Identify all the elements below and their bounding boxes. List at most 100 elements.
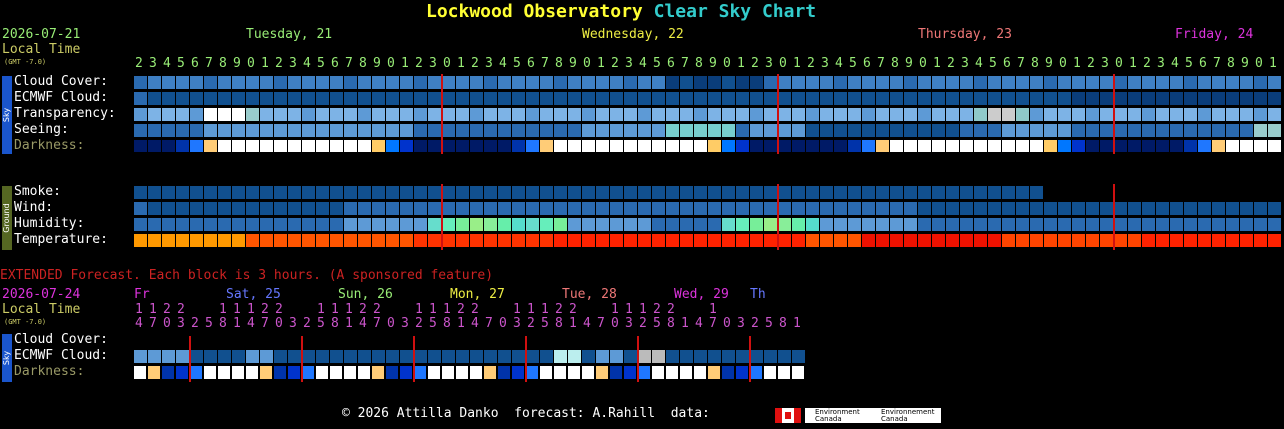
forecast-cell: [722, 108, 735, 121]
hour-digit: 2: [555, 302, 563, 317]
forecast-cell: [1268, 76, 1281, 89]
hour-digit: 1: [317, 302, 325, 317]
forecast-cell: [1268, 140, 1281, 152]
forecast-cell: [1072, 218, 1085, 231]
forecast-cell: [582, 186, 595, 199]
forecast-cell: [1254, 76, 1267, 89]
forecast-cell: [932, 202, 945, 215]
hour-digit: 4: [135, 316, 143, 331]
forecast-cell: [414, 140, 427, 152]
forecast-cell: [134, 76, 147, 89]
forecast-cell: [904, 108, 917, 121]
hour-digit: 1: [219, 302, 227, 317]
forecast-cell: [428, 124, 441, 137]
forecast-cell: [358, 124, 371, 137]
forecast-cell: [162, 234, 175, 247]
forecast-cell: [904, 218, 917, 231]
forecast-cell: [260, 218, 273, 231]
forecast-cell: [876, 186, 889, 199]
hour-digit: 2: [1087, 56, 1095, 71]
forecast-cell: [302, 140, 315, 152]
forecast-cell: [1044, 92, 1057, 105]
forecast-cell: [1254, 92, 1267, 105]
hour-digit: 8: [555, 56, 563, 71]
forecast-cell: [302, 92, 315, 105]
forecast-cell: [932, 140, 945, 152]
hour-digit: 7: [709, 316, 717, 331]
forecast-cell: [708, 108, 721, 121]
forecast-cell: [960, 202, 973, 215]
hour-digit: 1: [597, 56, 605, 71]
extended-cell: [750, 350, 763, 363]
forecast-cell: [820, 186, 833, 199]
forecast-cell: [1184, 218, 1197, 231]
forecast-cell: [750, 186, 763, 199]
hour-digit: [919, 43, 933, 57]
hour-digit: 3: [289, 56, 297, 71]
forecast-cell: [750, 218, 763, 231]
hour-digit: 2: [1143, 56, 1151, 71]
forecast-cell: [918, 76, 931, 89]
forecast-cell: [988, 234, 1001, 247]
hour-digit: [765, 43, 779, 57]
forecast-cell: [1226, 140, 1239, 152]
forecast-cell: [862, 234, 875, 247]
extended-cell: [386, 350, 399, 363]
forecast-cell: [1044, 202, 1057, 215]
forecast-cell: [330, 124, 343, 137]
forecast-cell: [568, 92, 581, 105]
forecast-cell: [204, 124, 217, 137]
forecast-cell: [1030, 218, 1043, 231]
forecast-cell: [400, 92, 413, 105]
row-label-cloud: Cloud Cover:: [14, 74, 108, 89]
hour-digit: [1199, 43, 1213, 57]
forecast-cell: [176, 202, 189, 215]
hour-digit: 2: [471, 302, 479, 317]
extended-cell: [414, 350, 427, 363]
hour-digit: 5: [541, 316, 549, 331]
hour-digit: 2: [751, 56, 759, 71]
forecast-cell: [876, 76, 889, 89]
forecast-cell: [680, 108, 693, 121]
forecast-cell: [1030, 202, 1043, 215]
forecast-cell: [372, 108, 385, 121]
extended-cell: [540, 350, 553, 363]
extended-cell: [274, 350, 287, 363]
extended-gmt-offset: (GMT -7.0): [4, 318, 47, 326]
forecast-cell: [1184, 76, 1197, 89]
hour-digit: [625, 43, 639, 57]
hour-digit: 4: [163, 56, 171, 71]
hour-digit: 1: [611, 302, 619, 317]
forecast-cell: [204, 202, 217, 215]
forecast-cell: [652, 186, 665, 199]
forecast-cell: [274, 108, 287, 121]
forecast-cell: [554, 234, 567, 247]
forecast-cell: [778, 108, 791, 121]
forecast-cell: [512, 234, 525, 247]
forecast-cell: [554, 92, 567, 105]
forecast-cell: [792, 108, 805, 121]
hour-digit: [989, 43, 1003, 57]
extended-row-label-xdark: Darkness:: [14, 364, 85, 379]
forecast-cell: [428, 92, 441, 105]
hour-digit: [583, 303, 597, 317]
extended-row-xecmwf: [134, 350, 806, 364]
forecast-cell: [974, 140, 987, 152]
forecast-cell: [750, 140, 763, 152]
hour-digit: 7: [373, 316, 381, 331]
forecast-cell: [288, 186, 301, 199]
forecast-cell: [862, 218, 875, 231]
hour-digit: 6: [667, 56, 675, 71]
forecast-cell: [1086, 140, 1099, 152]
forecast-cell: [1072, 202, 1085, 215]
hour-digit: [163, 43, 177, 57]
forecast-cell: [1170, 202, 1183, 215]
forecast-cell: [344, 108, 357, 121]
hour-digit: [191, 303, 205, 317]
forecast-cell: [260, 140, 273, 152]
forecast-cell: [148, 234, 161, 247]
forecast-cell: [932, 186, 945, 199]
forecast-cell: [162, 92, 175, 105]
forecast-cell: [218, 202, 231, 215]
row-seeing: [134, 124, 1282, 138]
